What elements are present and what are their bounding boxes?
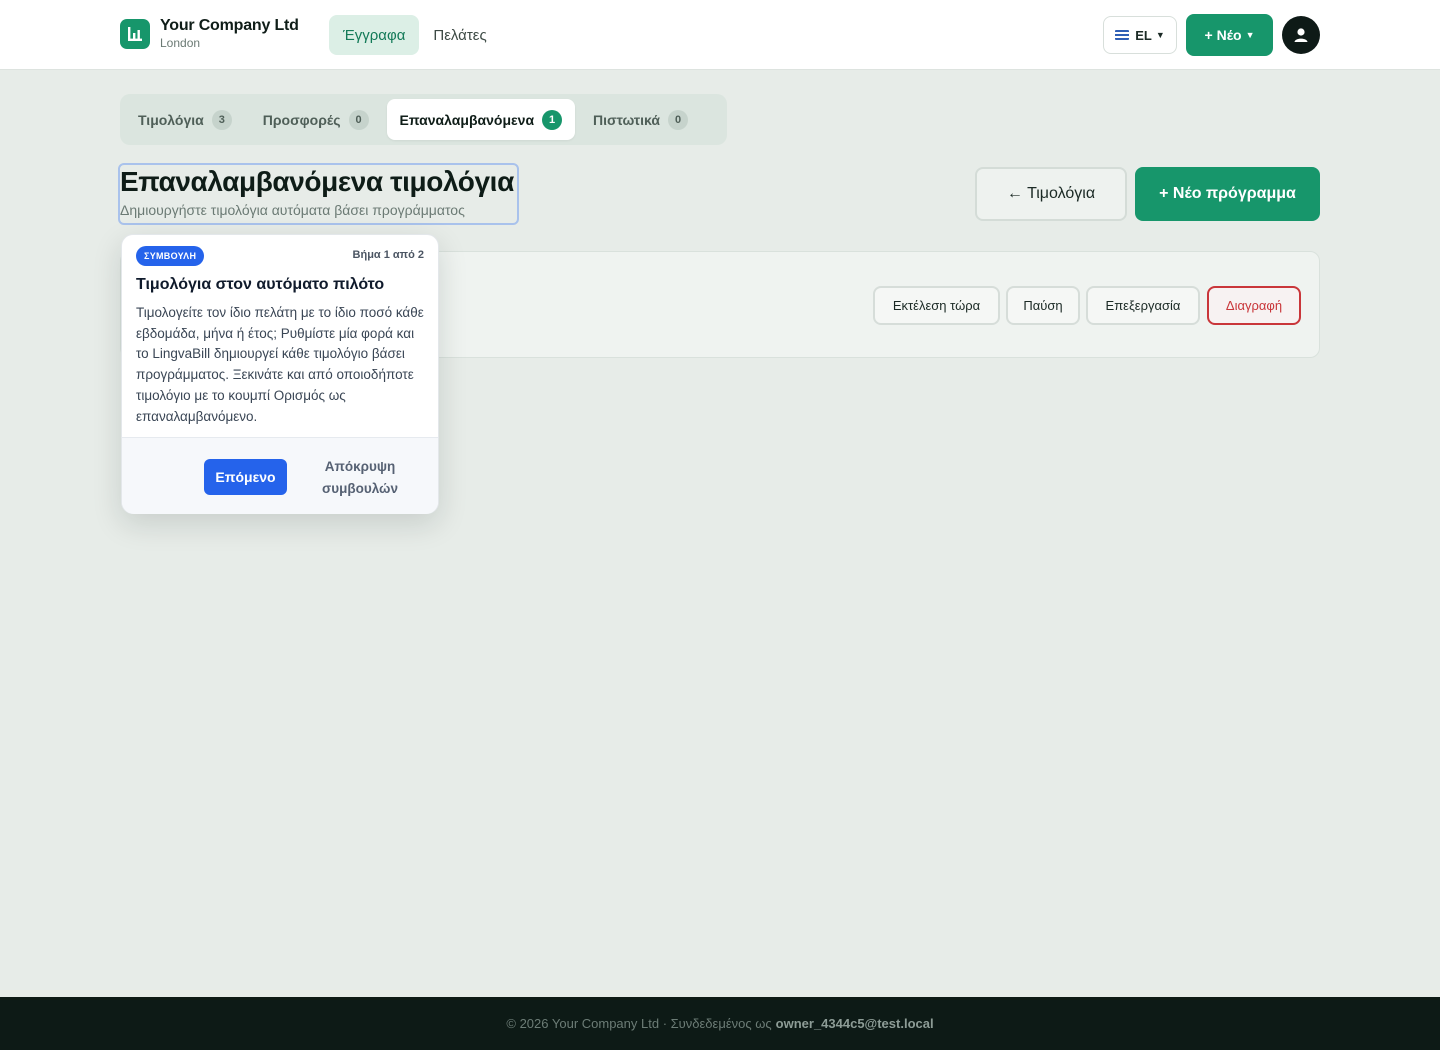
delete-button[interactable]: Διαγραφή [1207, 286, 1301, 325]
tip-title: Τιμολόγια στον αυτόματο πιλότο [136, 276, 385, 293]
language-code: EL [1135, 27, 1152, 43]
footer-text: © 2026 Your Company Ltd · Συνδεδεμένος ω… [506, 1016, 772, 1031]
document-tabs: Τιμολόγια 3 Προσφορές 0 Επαναλαμβανόμενα… [120, 94, 727, 145]
page-subtitle: Δημιουργήστε τιμολόγια αυτόματα βάσει πρ… [120, 202, 465, 218]
tab-label: Τιμολόγια [138, 111, 204, 128]
tab-invoices[interactable]: Τιμολόγια 3 [125, 99, 245, 140]
tab-recurring[interactable]: Επαναλαμβανόμενα 1 [386, 99, 576, 140]
tip-body: Τιμολογείτε τον ίδιο πελάτη με το ίδιο π… [136, 305, 424, 424]
tab-label: Προσφορές [262, 111, 341, 128]
new-document-label: + Νέο [1204, 27, 1242, 43]
user-avatar[interactable] [1282, 16, 1320, 54]
new-document-button[interactable]: + Νέο ▼ [1186, 14, 1273, 56]
onboarding-tip: ΣΥΜΒΟΥΛΗ Βήμα 1 από 2 Τιμολόγια στον αυτ… [121, 234, 439, 514]
tab-count-badge: 3 [211, 109, 232, 130]
tip-next-button[interactable]: Επόμενο [204, 459, 287, 495]
run-now-button[interactable]: Εκτέλεση τώρα [873, 286, 1000, 325]
chevron-down-icon: ▼ [1155, 30, 1165, 40]
footer-user: owner_4344c5@test.local [775, 1016, 934, 1031]
language-selector[interactable]: EL ▼ [1103, 16, 1177, 54]
tip-badge: ΣΥΜΒΟΥΛΗ [136, 246, 205, 266]
chart-logo-icon [120, 18, 150, 49]
new-schedule-button[interactable]: + Νέο πρόγραμμα [1135, 167, 1320, 221]
brand[interactable]: Your Company Ltd London [120, 16, 299, 51]
edit-button[interactable]: Επεξεργασία [1086, 286, 1200, 325]
user-icon [1294, 28, 1308, 42]
nav-clients[interactable]: Πελάτες [419, 15, 500, 55]
greek-flag-icon [1115, 30, 1130, 40]
tip-footer: Επόμενο Απόκρυψη συμβουλών [122, 437, 438, 514]
tab-quotes[interactable]: Προσφορές 0 [250, 99, 382, 140]
page-title: Επαναλαμβανόμενα τιμολόγια [120, 166, 514, 197]
tab-count-badge: 1 [542, 109, 563, 130]
tab-label: Επαναλαμβανόμενα [399, 111, 535, 128]
tab-credit-notes[interactable]: Πιστωτικά 0 [580, 99, 701, 140]
tip-step-indicator: Βήμα 1 από 2 [352, 249, 424, 261]
tab-label: Πιστωτικά [593, 111, 661, 128]
chevron-down-icon: ▼ [1245, 30, 1255, 40]
hide-tips-button[interactable]: Απόκρυψη συμβουλών [308, 456, 412, 500]
tab-count-badge: 0 [348, 109, 369, 130]
page-footer: © 2026 Your Company Ltd · Συνδεδεμένος ω… [0, 997, 1440, 1050]
page-heading: Επαναλαμβανόμενα τιμολόγια Δημιουργήστε … [118, 163, 519, 225]
top-bar: Your Company Ltd London Έγγραφα Πελάτες … [0, 0, 1440, 70]
company-city: London [160, 36, 201, 50]
nav-documents[interactable]: Έγγραφα [329, 15, 420, 55]
pause-button[interactable]: Παύση [1006, 286, 1080, 325]
company-name: Your Company Ltd [160, 17, 299, 34]
tab-count-badge: 0 [668, 109, 689, 130]
back-to-invoices-button[interactable]: ← Τιμολόγια [975, 167, 1127, 221]
main-nav: Έγγραφα Πελάτες [329, 15, 501, 55]
